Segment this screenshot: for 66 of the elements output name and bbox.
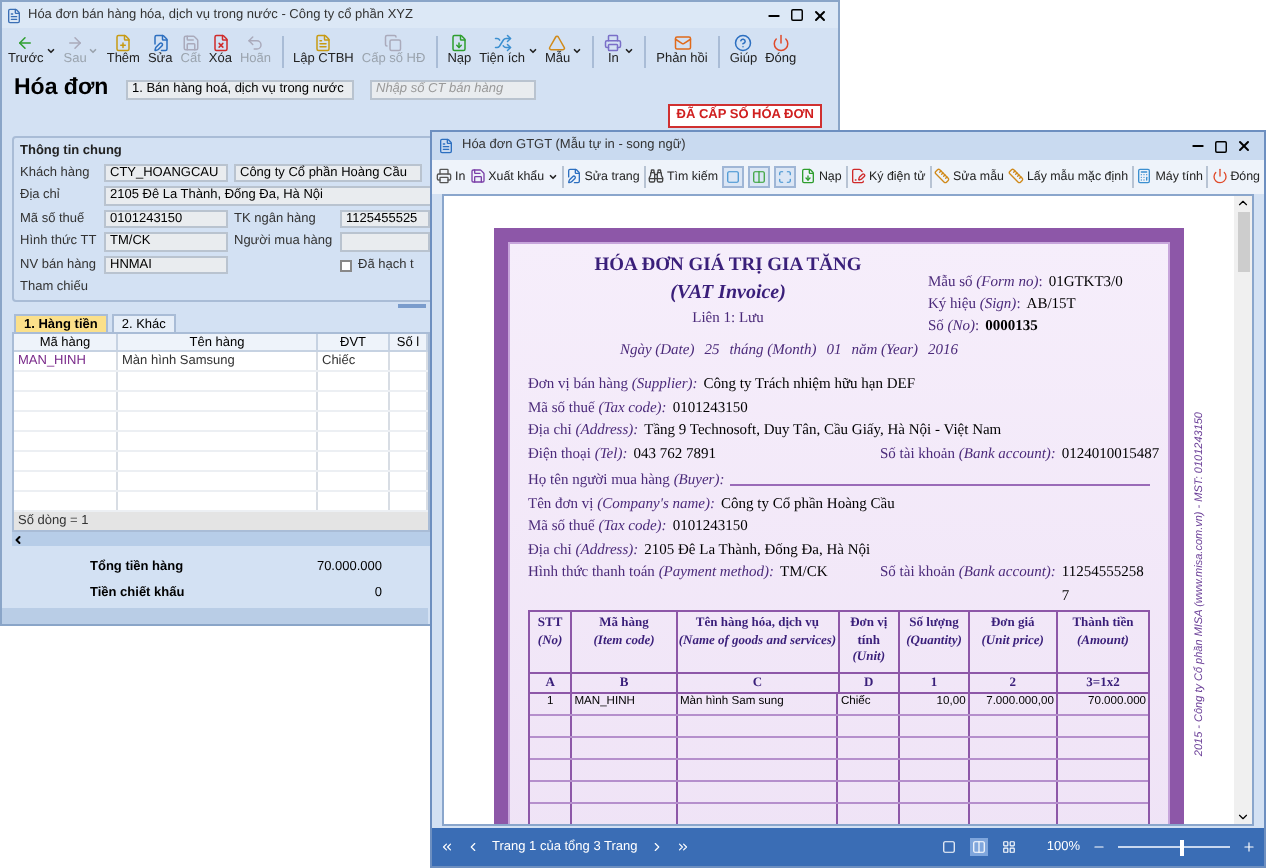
next-page-icon[interactable] (649, 840, 664, 854)
app-icon (438, 138, 454, 154)
binoculars-icon (648, 168, 665, 185)
new-file-icon (114, 34, 133, 52)
page-heading: Hóa đơn (14, 74, 110, 105)
invoice-subtitle: (VAT Invoice) (670, 280, 786, 307)
ruler-icon (1007, 168, 1024, 185)
maximize-icon[interactable] (790, 8, 804, 22)
help-icon (734, 34, 753, 52)
toolbar-button[interactable] (721, 166, 744, 188)
caret-icon (547, 171, 558, 182)
zoom-slider[interactable] (1118, 839, 1230, 855)
page-icon (725, 170, 740, 184)
mail-icon (673, 34, 691, 52)
close-icon[interactable] (812, 7, 828, 23)
save-icon (469, 168, 486, 185)
printer-icon (604, 34, 623, 52)
ruler-icon (933, 168, 950, 185)
columns-icon (751, 170, 766, 184)
last-page-icon[interactable] (675, 840, 690, 854)
view-mode-button[interactable] (940, 838, 959, 856)
view-mode-button[interactable] (1000, 838, 1019, 856)
scroll-up-icon[interactable] (1236, 196, 1250, 210)
first-page-icon[interactable] (440, 840, 454, 854)
power-icon (1211, 168, 1228, 185)
zoom-in-icon[interactable] (1242, 840, 1256, 854)
previous-page-icon[interactable] (466, 840, 480, 854)
app-icon (6, 7, 22, 23)
scroll-down-icon[interactable] (1236, 810, 1250, 824)
page-icon (942, 840, 957, 854)
grid-icon (1002, 840, 1017, 854)
caret-icon (624, 46, 635, 56)
scroll-left-icon[interactable] (12, 533, 24, 545)
close-icon[interactable] (1236, 138, 1252, 154)
invoice-title: HÓA ĐƠN GIÁ TRỊ GIA TĂNG (594, 252, 862, 280)
download-icon (450, 34, 469, 52)
fit-icon (777, 170, 792, 184)
toolbar-button[interactable] (747, 166, 770, 188)
shuffle-icon (493, 34, 512, 52)
caret-icon (45, 46, 56, 56)
maximize-icon[interactable] (1214, 139, 1228, 153)
download-icon (799, 168, 816, 185)
calculator-icon (1136, 168, 1153, 185)
printer-icon (436, 168, 452, 185)
power-icon (771, 34, 790, 52)
document-icon (314, 34, 333, 52)
triangle-icon (548, 34, 567, 52)
save-icon (181, 34, 200, 52)
columns-icon (972, 840, 987, 854)
edit-icon (151, 34, 170, 52)
scrollbar-thumb[interactable] (1237, 212, 1249, 272)
back-arrow-icon (16, 34, 35, 52)
input-field[interactable] (340, 232, 430, 252)
signature-icon (850, 168, 867, 185)
slider-thumb[interactable] (1179, 839, 1184, 855)
caret-icon (572, 46, 583, 56)
caret-icon (88, 46, 99, 56)
checkbox[interactable] (340, 259, 352, 271)
copy-icon (384, 34, 403, 52)
edit-icon (565, 168, 582, 185)
zoom-out-icon[interactable] (1092, 840, 1106, 854)
view-mode-button[interactable] (970, 838, 989, 856)
undo-icon (246, 34, 265, 52)
forward-arrow-icon (66, 34, 85, 52)
caret-icon (527, 46, 538, 56)
delete-icon (211, 34, 230, 52)
